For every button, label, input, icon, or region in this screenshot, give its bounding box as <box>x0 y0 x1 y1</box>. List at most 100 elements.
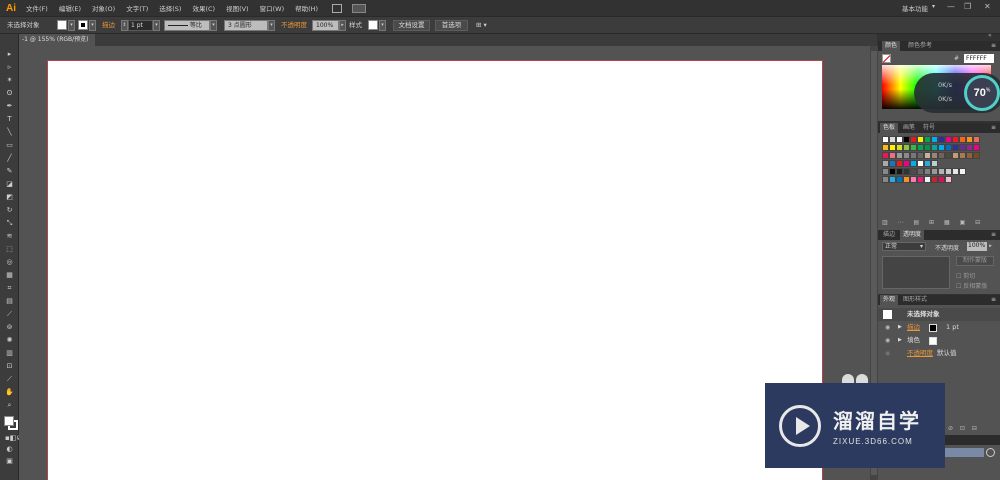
direct-selection-tool-icon[interactable]: ▹ <box>5 63 14 71</box>
disclosure-triangle-icon[interactable]: ▶ <box>898 321 902 334</box>
swatch[interactable] <box>966 144 973 151</box>
line-tool-icon[interactable]: ╲ <box>5 128 14 136</box>
style-swatch[interactable] <box>368 20 378 30</box>
visibility-eye-icon[interactable]: ◉ <box>885 334 890 347</box>
fill-swatch[interactable] <box>57 20 67 30</box>
swatch[interactable] <box>917 168 924 175</box>
swatch[interactable] <box>931 176 938 183</box>
invert-mask-checkbox[interactable]: ☐ 反相蒙版 <box>956 281 987 290</box>
selection-tool-icon[interactable]: ▸ <box>5 50 14 58</box>
tab-color[interactable]: 颜色 <box>882 41 901 51</box>
scale-tool-icon[interactable]: ⤡ <box>5 219 14 227</box>
zoom-tool-icon[interactable]: ⌕ <box>5 401 14 409</box>
swatch[interactable] <box>882 168 889 175</box>
panel-menu-icon[interactable]: ≡ <box>991 123 996 133</box>
close-icon[interactable]: ✕ <box>984 2 991 11</box>
swatch[interactable] <box>896 160 903 167</box>
swatch[interactable] <box>973 136 980 143</box>
swatch[interactable] <box>945 136 952 143</box>
rectangle-tool-icon[interactable]: ▭ <box>5 141 14 149</box>
artboard[interactable] <box>47 60 823 480</box>
stroke-weight-dropdown[interactable]: ▾ <box>153 20 160 31</box>
swatch[interactable] <box>889 168 896 175</box>
swatch[interactable] <box>966 136 973 143</box>
free-transform-tool-icon[interactable]: ⬚ <box>5 245 14 253</box>
blob-brush-tool-icon[interactable]: ◪ <box>5 180 14 188</box>
swatch[interactable] <box>889 152 896 159</box>
swatch[interactable] <box>938 176 945 183</box>
swatch[interactable] <box>931 160 938 167</box>
color-mode-icons[interactable]: ▪◧⊘ <box>5 434 22 442</box>
swatch-row[interactable] <box>882 136 980 143</box>
chevron-down-icon[interactable]: ▾ <box>932 3 935 10</box>
swatch[interactable] <box>959 152 966 159</box>
minimize-icon[interactable]: — <box>947 2 955 11</box>
swatch-row[interactable] <box>882 160 938 167</box>
eraser-tool-icon[interactable]: ◩ <box>5 193 14 201</box>
brush-select[interactable]: 3 点圆形 <box>224 20 268 31</box>
document-tab[interactable]: -1 @ 155% (RGB/预览) <box>19 34 95 46</box>
visibility-eye-icon[interactable]: ◉ <box>885 321 890 334</box>
stroke-attribute-label[interactable]: 描边 <box>907 321 920 334</box>
swatch[interactable] <box>910 168 917 175</box>
swatch[interactable] <box>945 152 952 159</box>
transparency-opacity-field[interactable]: 100% <box>967 242 987 251</box>
hex-input[interactable]: FFFFFF <box>964 54 994 63</box>
swatch[interactable] <box>931 144 938 151</box>
blend-mode-select[interactable]: 正常 ▾ <box>882 242 926 251</box>
hand-tool-icon[interactable]: ✋ <box>5 388 14 396</box>
swatch[interactable] <box>917 176 924 183</box>
width-tool-icon[interactable]: ≋ <box>5 232 14 240</box>
document-setup-button[interactable]: 文档设置 <box>393 20 430 31</box>
swatch[interactable] <box>896 136 903 143</box>
column-graph-tool-icon[interactable]: ▥ <box>5 349 14 357</box>
layer-row[interactable] <box>944 448 984 457</box>
appearance-row-stroke[interactable]: ◉ ▶ 描边 1 pt <box>878 321 1000 334</box>
stroke-weight-field[interactable]: 1 pt <box>128 20 153 31</box>
transparency-opacity-dropdown[interactable]: ▸ <box>987 242 994 251</box>
mesh-tool-icon[interactable]: ⌗ <box>5 284 14 292</box>
disclosure-triangle-icon[interactable]: ▶ <box>898 334 902 347</box>
align-options-icon[interactable]: ⊞ ▾ <box>476 20 487 31</box>
swatch[interactable] <box>973 144 980 151</box>
swatch[interactable] <box>882 152 889 159</box>
opacity-attribute-label[interactable]: 不透明度 <box>907 347 933 360</box>
visibility-eye-icon[interactable]: ◉ <box>885 347 890 360</box>
swatch[interactable] <box>952 168 959 175</box>
swatch[interactable] <box>924 176 931 183</box>
tab-brushes[interactable]: 画笔 <box>900 123 918 133</box>
swatch[interactable] <box>903 152 910 159</box>
swatch[interactable] <box>945 144 952 151</box>
swatch[interactable] <box>882 144 889 151</box>
arrange-documents-icon[interactable] <box>352 3 367 13</box>
stroke-profile-dropdown[interactable]: ▾ <box>210 20 217 31</box>
stroke-weight-stepper[interactable]: ⇕ <box>121 20 128 31</box>
fill-color-swatch[interactable] <box>929 337 937 345</box>
swatch[interactable] <box>889 136 896 143</box>
symbol-sprayer-tool-icon[interactable]: ✺ <box>5 336 14 344</box>
rotate-tool-icon[interactable]: ↻ <box>5 206 14 214</box>
stroke-swatch[interactable] <box>78 20 88 30</box>
tab-color-guide[interactable]: 颜色参考 <box>905 41 935 51</box>
none-color-icon[interactable] <box>882 54 891 63</box>
menu-file[interactable]: 文件(F) <box>26 3 48 13</box>
bridge-icon[interactable] <box>332 3 343 13</box>
swatch[interactable] <box>910 176 917 183</box>
swatch[interactable] <box>882 136 889 143</box>
stroke-label[interactable]: 描边 <box>102 20 115 31</box>
pencil-tool-icon[interactable]: ✎ <box>5 167 14 175</box>
swatch-row[interactable] <box>882 176 952 183</box>
blend-tool-icon[interactable]: ⊚ <box>5 323 14 331</box>
swatch[interactable] <box>931 168 938 175</box>
menu-select[interactable]: 选择(S) <box>159 3 181 13</box>
swatch[interactable] <box>910 136 917 143</box>
swatch[interactable] <box>903 160 910 167</box>
fill-attribute-label[interactable]: 填色 <box>907 334 920 347</box>
tab-graphic-styles[interactable]: 图形样式 <box>900 295 930 305</box>
swatch[interactable] <box>938 168 945 175</box>
opacity-label[interactable]: 不透明度 <box>281 20 307 31</box>
workspace-switcher[interactable]: 基本功能 <box>902 3 928 13</box>
swatch[interactable] <box>896 176 903 183</box>
pen-tool-icon[interactable]: ✒ <box>5 102 14 110</box>
preferences-button[interactable]: 首选项 <box>435 20 468 31</box>
